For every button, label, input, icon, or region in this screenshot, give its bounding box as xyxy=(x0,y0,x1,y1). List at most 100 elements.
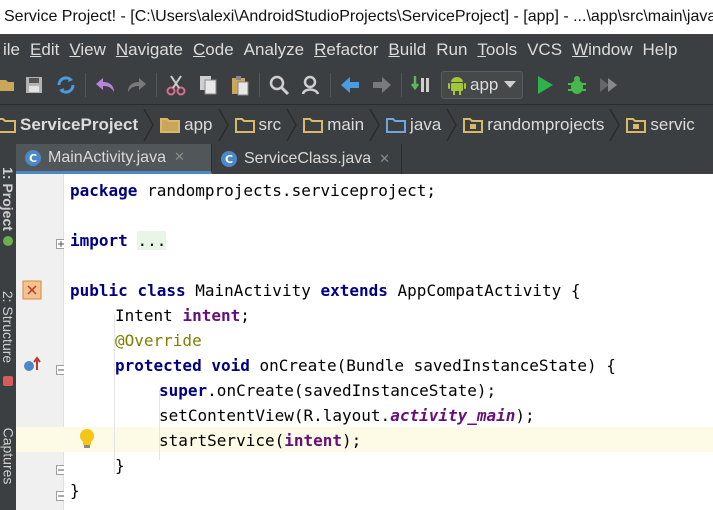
code-line-1: package randomprojects.serviceproject; xyxy=(70,181,437,200)
folded-imports[interactable]: ... xyxy=(137,231,167,250)
menu-item-help[interactable]: Help xyxy=(638,40,683,60)
breadcrumb-item-app[interactable]: app xyxy=(160,105,213,144)
breadcrumb-separator-icon xyxy=(143,108,155,141)
breadcrumb-item-java[interactable]: java xyxy=(386,105,442,144)
forward-icon[interactable] xyxy=(366,70,398,100)
menu-item-tools[interactable]: Tools xyxy=(472,40,522,60)
open-icon[interactable] xyxy=(0,70,18,100)
breadcrumb-item-main[interactable]: main xyxy=(303,105,365,144)
breadcrumb-item-serviceproject[interactable]: ServiceProject xyxy=(0,105,139,144)
copy-icon[interactable] xyxy=(192,70,224,100)
java-class-icon: C xyxy=(221,151,237,167)
breadcrumb-separator-icon xyxy=(217,108,229,141)
undo-icon[interactable] xyxy=(89,70,121,100)
menu-bar: ile Edit View Navigate Code Analyze Refactor Bu… xyxy=(0,34,713,66)
window-title: Service Project! - [C:\Users\alexi\Andro… xyxy=(4,8,713,25)
run-icon[interactable] xyxy=(529,70,561,100)
replace-icon[interactable] xyxy=(295,70,327,100)
editor-gutter xyxy=(16,174,66,510)
make-icon[interactable] xyxy=(405,70,437,100)
breadcrumb-label: randomprojects xyxy=(487,114,605,134)
override-method-icon[interactable] xyxy=(22,356,42,378)
code-line-7: @Override xyxy=(115,331,202,350)
code-line-11: startService(intent); xyxy=(159,431,362,450)
caret-line-gutter xyxy=(16,427,64,452)
breadcrumb-separator-icon xyxy=(609,108,621,141)
module-folder-icon xyxy=(160,117,181,133)
breadcrumb-item-src[interactable]: src xyxy=(234,105,282,144)
toolbar-separator xyxy=(156,73,157,97)
close-icon[interactable]: ✕ xyxy=(379,152,390,167)
package-icon xyxy=(463,117,484,133)
menu-item-analyze[interactable]: Analyze xyxy=(239,40,309,60)
breadcrumb-label: servic xyxy=(650,114,695,134)
code-line-12: } xyxy=(115,456,125,475)
menu-item-window[interactable]: Window xyxy=(567,40,637,60)
title-bar: Service Project! - [C:\Users\alexi\Andro… xyxy=(0,0,713,34)
debug-icon[interactable] xyxy=(561,70,593,100)
profile-icon[interactable] xyxy=(593,70,625,100)
menu-item-build[interactable]: Build xyxy=(383,40,431,60)
menu-item-vcs[interactable]: VCS xyxy=(522,40,567,60)
intention-lightbulb-icon[interactable] xyxy=(78,428,96,454)
breadcrumb-item-randomprojects[interactable]: randomprojects xyxy=(463,105,605,144)
code-editor[interactable]: package randomprojects.serviceproject; i… xyxy=(64,174,713,510)
chevron-down-icon xyxy=(504,81,517,88)
package-icon xyxy=(626,117,647,133)
android-icon xyxy=(448,77,466,95)
main-toolbar: app xyxy=(0,66,713,104)
code-line-5: public class MainActivity extends AppCom… xyxy=(70,281,581,300)
menu-item-code[interactable]: Code xyxy=(188,40,239,60)
toolbar-separator xyxy=(85,73,86,97)
tab-label: ServiceClass.java xyxy=(244,150,372,167)
tab-mainactivity-java[interactable]: C MainActivity.java ✕ xyxy=(16,144,212,174)
toolbar-separator xyxy=(259,73,260,97)
source-folder-icon xyxy=(386,117,407,133)
editor-tabs: C MainActivity.java ✕ C ServiceClass.jav… xyxy=(16,144,713,174)
breadcrumb-label: ServiceProject xyxy=(20,114,139,134)
back-icon[interactable] xyxy=(334,70,366,100)
code-line-8: protected void onCreate(Bundle savedInst… xyxy=(115,356,616,375)
captures-tool-tab[interactable]: Captures xyxy=(0,402,16,510)
toolbar-separator xyxy=(330,73,331,97)
tab-label: MainActivity.java xyxy=(48,148,166,166)
menu-item-run[interactable]: Run xyxy=(431,40,472,60)
code-line-13: } xyxy=(70,481,80,500)
breadcrumb-label: main xyxy=(327,114,365,134)
structure-tool-tab[interactable]: 2: Structure xyxy=(0,262,16,392)
left-tool-window-strip: 1: Project 2: Structure Captures xyxy=(0,144,16,510)
svg-text:C: C xyxy=(225,153,233,166)
save-icon[interactable] xyxy=(18,70,50,100)
sync-icon[interactable] xyxy=(50,70,82,100)
breadcrumb-separator-icon xyxy=(369,108,380,141)
close-icon[interactable]: ✕ xyxy=(174,150,185,165)
redo-icon[interactable] xyxy=(121,70,153,100)
code-line-6: Intent intent; xyxy=(115,306,250,325)
breadcrumb: ServiceProject app src main java randomprojec… xyxy=(0,104,713,144)
project-tool-indicator xyxy=(3,236,13,246)
folder-icon xyxy=(234,117,255,133)
menu-item-view[interactable]: View xyxy=(64,40,111,60)
breadcrumb-label: src xyxy=(258,114,282,134)
code-line-9: super.onCreate(savedInstanceState); xyxy=(159,381,497,400)
breadcrumb-separator-icon xyxy=(286,108,298,141)
run-configuration-label: app xyxy=(470,75,499,94)
tab-serviceclass-java[interactable]: C ServiceClass.java ✕ xyxy=(212,144,402,174)
run-configuration-selector[interactable]: app xyxy=(441,71,524,99)
svg-text:C: C xyxy=(29,152,37,165)
cut-icon[interactable] xyxy=(160,70,192,100)
class-gutter-icon[interactable] xyxy=(22,280,42,304)
find-icon[interactable] xyxy=(263,70,295,100)
menu-item-edit[interactable]: Edit xyxy=(25,40,64,60)
project-folder-icon xyxy=(0,117,16,133)
java-class-icon: C xyxy=(25,149,41,166)
breadcrumb-item-servic[interactable]: servic xyxy=(626,105,695,144)
paste-icon[interactable] xyxy=(224,70,256,100)
menu-item-navigate[interactable]: Navigate xyxy=(111,40,188,60)
menu-item-ile[interactable]: ile xyxy=(0,40,25,60)
folder-icon xyxy=(303,117,324,133)
breadcrumb-label: java xyxy=(410,114,442,134)
toolbar-separator xyxy=(401,73,402,97)
breadcrumb-label: app xyxy=(184,114,213,134)
menu-item-refactor[interactable]: Refactor xyxy=(309,40,383,60)
